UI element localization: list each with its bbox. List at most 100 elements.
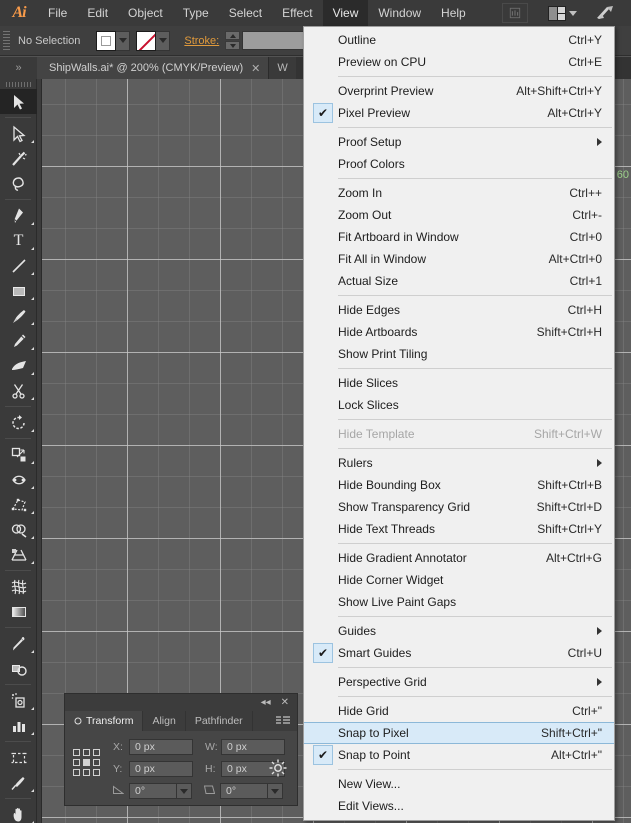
menu-item-hide-edges[interactable]: Hide Edges Ctrl+H	[304, 299, 614, 321]
stepper-up[interactable]	[225, 31, 241, 40]
document-tab-shipwalls[interactable]: ShipWalls.ai* @ 200% (CMYK/Preview) ✕	[37, 57, 270, 79]
collapse-icon[interactable]: ◂◂	[261, 697, 271, 708]
tool-flyout-indicator[interactable]	[31, 561, 34, 564]
menu-item-new-view[interactable]: New View...	[304, 773, 614, 795]
shear-combo[interactable]: 0°	[220, 783, 283, 799]
ref-point-bc[interactable]	[83, 769, 90, 776]
workspace-switcher-icon[interactable]	[542, 3, 583, 23]
rotate-tool[interactable]	[0, 410, 37, 435]
paintbrush-tool[interactable]	[0, 303, 37, 328]
tool-flyout-indicator[interactable]	[31, 536, 34, 539]
gradient-tool[interactable]	[0, 599, 37, 624]
menu-view[interactable]: View	[322, 0, 369, 26]
transform-options-icon[interactable]	[269, 759, 287, 782]
menu-item-hide-gradient-annotator[interactable]: Hide Gradient Annotator Alt+Ctrl+G	[304, 547, 614, 569]
shape-builder-tool[interactable]	[0, 517, 37, 542]
panel-menu-icon[interactable]	[269, 711, 297, 731]
eyedropper-tool[interactable]	[0, 631, 37, 656]
panel-titlebar[interactable]: ◂◂ ✕	[65, 694, 297, 711]
reference-point-selector[interactable]	[73, 749, 100, 776]
menu-item-outline[interactable]: Outline Ctrl+Y	[304, 29, 614, 51]
artboard-tool[interactable]	[0, 745, 37, 770]
x-input[interactable]: 0 px	[129, 739, 193, 755]
shear-input[interactable]: 0°	[220, 783, 268, 799]
menu-item-perspective-grid[interactable]: Perspective Grid	[304, 671, 614, 693]
view-menu-dropdown[interactable]: Outline Ctrl+Y Preview on CPU Ctrl+E Overpri…	[303, 26, 615, 821]
menu-item-snap-to-pixel[interactable]: Snap to Pixel Shift+Ctrl+"	[304, 722, 614, 744]
column-graph-tool[interactable]	[0, 713, 37, 738]
tool-flyout-indicator[interactable]	[31, 429, 34, 432]
stroke-weight-label[interactable]: Stroke:	[184, 35, 219, 47]
menu-effect[interactable]: Effect	[272, 0, 322, 26]
menu-item-smart-guides[interactable]: ✔ Smart Guides Ctrl+U	[304, 642, 614, 664]
menu-window[interactable]: Window	[368, 0, 431, 26]
tab-pathfinder[interactable]: Pathfinder	[186, 711, 253, 731]
direct-selection-tool[interactable]	[0, 121, 37, 146]
fill-swatch-group[interactable]	[96, 30, 131, 51]
tool-flyout-indicator[interactable]	[31, 372, 34, 375]
menu-item-fit-artboard-in-window[interactable]: Fit Artboard in Window Ctrl+0	[304, 226, 614, 248]
fill-swatch-dropdown[interactable]	[116, 30, 131, 51]
stepper-down[interactable]	[225, 41, 241, 50]
close-icon[interactable]: ✕	[251, 62, 260, 75]
menu-item-proof-colors[interactable]: Proof Colors	[304, 153, 614, 175]
scissors-tool[interactable]	[0, 378, 37, 403]
type-tool[interactable]: T	[0, 228, 37, 253]
free-transform-tool[interactable]	[0, 492, 37, 517]
menu-item-proof-setup[interactable]: Proof Setup	[304, 131, 614, 153]
stroke-swatch-group[interactable]	[136, 30, 171, 51]
menu-item-pixel-preview[interactable]: ✔ Pixel Preview Alt+Ctrl+Y	[304, 102, 614, 124]
tab-transform[interactable]: Transform	[65, 711, 144, 731]
rotate-input[interactable]: 0°	[129, 783, 177, 799]
tool-flyout-indicator[interactable]	[31, 247, 34, 250]
stroke-swatch-dropdown[interactable]	[156, 30, 171, 51]
tool-flyout-indicator[interactable]	[31, 789, 34, 792]
menu-help[interactable]: Help	[431, 0, 476, 26]
slice-tool[interactable]	[0, 770, 37, 795]
menu-item-rulers[interactable]: Rulers	[304, 452, 614, 474]
ref-point-tl[interactable]	[73, 749, 80, 756]
tool-flyout-indicator[interactable]	[31, 222, 34, 225]
menu-item-actual-size[interactable]: Actual Size Ctrl+1	[304, 270, 614, 292]
mesh-tool[interactable]	[0, 574, 37, 599]
menu-edit[interactable]: Edit	[77, 0, 118, 26]
adobe-stock-icon[interactable]	[589, 3, 621, 23]
hand-tool[interactable]	[0, 802, 37, 823]
menu-object[interactable]: Object	[118, 0, 173, 26]
menu-item-zoom-out[interactable]: Zoom Out Ctrl+-	[304, 204, 614, 226]
ref-point-center[interactable]	[83, 759, 90, 766]
menu-item-edit-views[interactable]: Edit Views...	[304, 795, 614, 817]
pencil-tool[interactable]	[0, 328, 37, 353]
menu-item-hide-artboards[interactable]: Hide Artboards Shift+Ctrl+H	[304, 321, 614, 343]
ref-point-br[interactable]	[93, 769, 100, 776]
tool-flyout-indicator[interactable]	[31, 732, 34, 735]
ref-point-ml[interactable]	[73, 759, 80, 766]
magic-wand-tool[interactable]	[0, 146, 37, 171]
ref-point-bl[interactable]	[73, 769, 80, 776]
tool-flyout-indicator[interactable]	[31, 322, 34, 325]
w-input[interactable]: 0 px	[221, 739, 285, 755]
document-tab-secondary[interactable]: W	[269, 57, 296, 79]
menu-item-show-live-paint-gaps[interactable]: Show Live Paint Gaps	[304, 591, 614, 613]
menu-item-zoom-in[interactable]: Zoom In Ctrl++	[304, 182, 614, 204]
menu-item-guides[interactable]: Guides	[304, 620, 614, 642]
y-input[interactable]: 0 px	[129, 761, 193, 777]
tab-align[interactable]: Align	[143, 711, 186, 731]
rectangle-tool[interactable]	[0, 278, 37, 303]
tool-flyout-indicator[interactable]	[31, 486, 34, 489]
menu-item-show-print-tiling[interactable]: Show Print Tiling	[304, 343, 614, 365]
rotate-dropdown[interactable]	[177, 783, 192, 799]
menu-item-hide-slices[interactable]: Hide Slices	[304, 372, 614, 394]
menu-type[interactable]: Type	[173, 0, 219, 26]
ref-point-tc[interactable]	[83, 749, 90, 756]
scale-tool[interactable]	[0, 442, 37, 467]
menu-item-hide-text-threads[interactable]: Hide Text Threads Shift+Ctrl+Y	[304, 518, 614, 540]
pen-tool[interactable]	[0, 203, 37, 228]
tools-panel-grip[interactable]	[0, 79, 36, 89]
menu-item-hide-bounding-box[interactable]: Hide Bounding Box Shift+Ctrl+B	[304, 474, 614, 496]
symbol-sprayer-tool[interactable]	[0, 688, 37, 713]
shaper-tool[interactable]	[0, 353, 37, 378]
stroke-weight-stepper[interactable]	[225, 31, 241, 50]
ref-point-mr[interactable]	[93, 759, 100, 766]
tool-flyout-indicator[interactable]	[31, 707, 34, 710]
